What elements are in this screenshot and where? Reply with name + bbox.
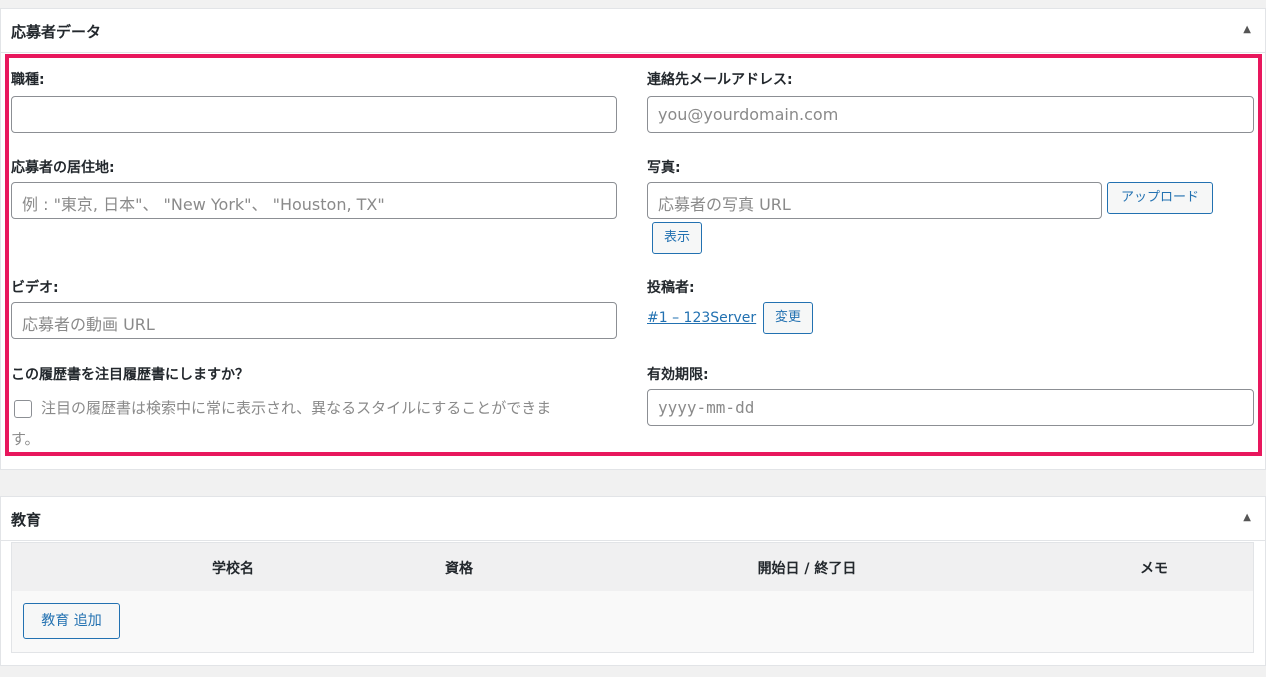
education-table: 学校名 資格 開始日 / 終了日 メモ 教育 追加 xyxy=(11,542,1254,653)
applicant-data-header[interactable]: 応募者データ ▲ xyxy=(1,9,1265,53)
show-photo-button[interactable]: 表示 xyxy=(652,222,702,254)
video-input[interactable]: 応募者の動画 URL xyxy=(11,302,617,339)
education-table-header: 学校名 資格 開始日 / 終了日 メモ xyxy=(12,543,1253,591)
job-type-label: 職種: xyxy=(11,72,45,88)
add-education-button[interactable]: 教育 追加 xyxy=(23,603,120,639)
column-dates: 開始日 / 終了日 xyxy=(757,561,857,577)
photo-label: 写真: xyxy=(647,160,681,176)
author-label: 投稿者: xyxy=(647,280,695,296)
video-label: ビデオ: xyxy=(11,280,59,296)
collapse-toggle-icon[interactable]: ▲ xyxy=(1243,24,1251,35)
collapse-toggle-icon[interactable]: ▲ xyxy=(1243,512,1251,523)
expiry-date-input[interactable]: yyyy-mm-dd xyxy=(647,389,1254,426)
featured-label: この履歴書を注目履歴書にしますか？ xyxy=(11,367,249,383)
location-label: 応募者の居住地: xyxy=(11,160,115,176)
education-title: 教育 xyxy=(11,511,42,529)
featured-checkbox[interactable] xyxy=(14,400,32,418)
column-notes: メモ xyxy=(1140,561,1168,577)
applicant-data-box: 応募者データ ▲ 職種: 応募者の居住地: 例 : "東京, 日本"、 "New… xyxy=(0,8,1266,470)
education-box: 教育 ▲ 学校名 資格 開始日 / 終了日 メモ 教育 追加 xyxy=(0,496,1266,666)
location-input[interactable]: 例 : "東京, 日本"、 "New York"、 "Houston, TX" xyxy=(11,182,617,219)
education-header[interactable]: 教育 ▲ xyxy=(1,497,1265,541)
upload-button[interactable]: アップロード xyxy=(1107,182,1213,214)
contact-email-label: 連絡先メールアドレス: xyxy=(647,72,793,88)
job-type-input[interactable] xyxy=(11,96,617,133)
applicant-data-title: 応募者データ xyxy=(11,23,102,41)
expiry-label: 有効期限: xyxy=(647,367,709,383)
featured-description-line2: す。 xyxy=(11,430,40,448)
column-school-name: 学校名 xyxy=(212,561,254,577)
photo-url-input[interactable]: 応募者の写真 URL xyxy=(647,182,1102,219)
featured-description-line1: 注目の履歴書は検索中に常に表示され、異なるスタイルにすることができま xyxy=(41,399,552,417)
contact-email-input[interactable]: you@yourdomain.com xyxy=(647,96,1254,133)
author-link[interactable]: #1 – 123Server xyxy=(647,310,756,326)
education-table-body: 教育 追加 xyxy=(12,591,1253,652)
change-author-button[interactable]: 変更 xyxy=(763,302,813,334)
column-qualification: 資格 xyxy=(445,561,473,577)
